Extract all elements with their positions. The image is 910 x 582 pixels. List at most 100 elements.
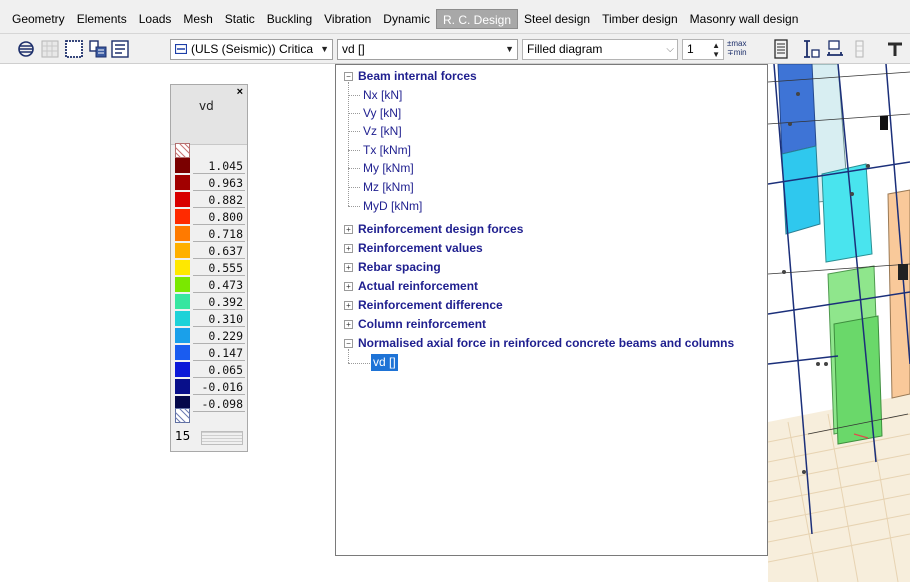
module-tab-bar: Geometry Elements Loads Mesh Static Buck… xyxy=(0,0,910,34)
tab-buckling[interactable]: Buckling xyxy=(261,9,318,29)
section-table-icon[interactable] xyxy=(88,39,108,59)
legend-row: 0.229 xyxy=(175,327,247,344)
legend-color-swatch[interactable] xyxy=(175,345,190,360)
tab-masonry-wall-design[interactable]: Masonry wall design xyxy=(684,9,805,29)
scale-spinner[interactable]: 1 ▲ ▼ xyxy=(682,39,724,60)
max-min-toggle[interactable]: ±max ∓min xyxy=(727,39,755,59)
close-icon[interactable]: × xyxy=(237,86,243,98)
tab-timber-design[interactable]: Timber design xyxy=(596,9,684,29)
load-case-select[interactable]: (ULS (Seismic)) Critica ▼ xyxy=(170,39,333,60)
tab-loads[interactable]: Loads xyxy=(133,9,178,29)
expand-icon[interactable]: + xyxy=(344,244,353,253)
legend-row: 1.045 xyxy=(175,157,247,174)
tree-group-normalised-axial-force[interactable]: Normalised axial force in reinforced con… xyxy=(358,335,734,352)
tree-group-reinforcement-values[interactable]: Reinforcement values xyxy=(358,240,483,257)
tab-mesh[interactable]: Mesh xyxy=(177,9,218,29)
section-display-icon[interactable] xyxy=(16,39,36,59)
expand-icon[interactable]: + xyxy=(344,263,353,272)
legend-color-swatch[interactable] xyxy=(175,226,190,241)
expand-icon[interactable]: + xyxy=(344,282,353,291)
legend-color-swatch[interactable] xyxy=(175,209,190,224)
legend-color-swatch[interactable] xyxy=(175,158,190,173)
legend-row: 0.065 xyxy=(175,361,247,378)
tree-item-nx[interactable]: Nx [kN] xyxy=(363,87,402,104)
result-tree-dropdown[interactable]: − Beam internal forces Nx [kN] Vy [kN] V… xyxy=(335,64,768,556)
legend-row: 0.637 xyxy=(175,242,247,259)
frame-display-icon[interactable] xyxy=(64,39,84,59)
tree-item-mz[interactable]: Mz [kNm] xyxy=(363,179,414,196)
color-count-slider[interactable] xyxy=(201,431,243,445)
tree-item-my[interactable]: My [kNm] xyxy=(363,160,414,177)
legend-row: -0.016 xyxy=(175,378,247,395)
legend-value: 0.637 xyxy=(208,244,243,258)
table-view-icon[interactable] xyxy=(771,39,791,59)
tree-item-tx[interactable]: Tx [kNm] xyxy=(363,142,411,159)
expand-icon[interactable]: + xyxy=(344,301,353,310)
tab-geometry[interactable]: Geometry xyxy=(6,9,71,29)
tree-group-rebar-spacing[interactable]: Rebar spacing xyxy=(358,259,441,276)
legend-color-swatch[interactable] xyxy=(175,192,190,207)
legend-value: -0.016 xyxy=(201,380,243,394)
column-section-icon[interactable] xyxy=(801,39,821,59)
tree-group-reinforcement-difference[interactable]: Reinforcement difference xyxy=(358,297,503,314)
display-mode-value: Filled diagram xyxy=(527,42,603,56)
tab-dynamic[interactable]: Dynamic xyxy=(377,9,436,29)
collapse-icon[interactable]: − xyxy=(344,339,353,348)
legend-value: 0.800 xyxy=(208,210,243,224)
legend-row: 0.147 xyxy=(175,344,247,361)
expand-icon[interactable]: + xyxy=(344,225,353,234)
tree-item-myd[interactable]: MyD [kNm] xyxy=(363,198,422,215)
legend-color-swatch[interactable] xyxy=(175,328,190,343)
collapse-icon[interactable]: − xyxy=(344,72,353,81)
dropdown-arrow-icon: ▼ xyxy=(505,44,514,54)
tree-group-beam-internal-forces[interactable]: Beam internal forces xyxy=(358,68,477,85)
result-component-select[interactable]: vd [] ▼ xyxy=(337,39,518,60)
tab-vibration[interactable]: Vibration xyxy=(318,9,377,29)
legend-color-swatch[interactable] xyxy=(175,362,190,377)
legend-row: 0.882 xyxy=(175,191,247,208)
model-3d-view[interactable] xyxy=(768,64,910,582)
legend-color-swatch[interactable] xyxy=(175,311,190,326)
more-tools-icon[interactable] xyxy=(884,39,904,59)
legend-row: 0.310 xyxy=(175,310,247,327)
tree-group-column-reinforcement[interactable]: Column reinforcement xyxy=(358,316,486,333)
legend-value: 0.310 xyxy=(208,312,243,326)
result-toolbar: (ULS (Seismic)) Critica ▼ vd [] ▼ Filled… xyxy=(0,34,910,64)
legend-color-swatch[interactable] xyxy=(175,294,190,309)
legend-color-swatch[interactable] xyxy=(175,260,190,275)
legend-row: 0.555 xyxy=(175,259,247,276)
properties-list-icon[interactable] xyxy=(110,39,130,59)
legend-value: 0.882 xyxy=(208,193,243,207)
chevron-down-icon: ⌵ xyxy=(666,44,674,55)
tree-group-actual-reinforcement[interactable]: Actual reinforcement xyxy=(358,278,478,295)
tab-static[interactable]: Static xyxy=(219,9,261,29)
legend-value: 0.718 xyxy=(208,227,243,241)
grid-display-icon[interactable] xyxy=(40,39,60,59)
beam-section-icon[interactable] xyxy=(825,39,845,59)
tree-item-vy[interactable]: Vy [kN] xyxy=(363,105,401,122)
legend-row: 0.800 xyxy=(175,208,247,225)
tab-rc-design[interactable]: R. C. Design xyxy=(435,9,519,29)
legend-color-swatch[interactable] xyxy=(175,243,190,258)
load-case-icon xyxy=(175,44,187,54)
display-mode-select[interactable]: Filled diagram ⌵ xyxy=(522,39,678,60)
tab-elements[interactable]: Elements xyxy=(71,9,133,29)
legend-divider xyxy=(193,411,245,412)
wall-section-icon[interactable] xyxy=(850,39,870,59)
legend-row: 0.963 xyxy=(175,174,247,191)
expand-icon[interactable]: + xyxy=(344,320,353,329)
legend-color-swatch[interactable] xyxy=(175,379,190,394)
app-window: Geometry Elements Loads Mesh Static Buck… xyxy=(0,0,910,582)
tab-steel-design[interactable]: Steel design xyxy=(518,9,596,29)
model-rendering xyxy=(768,64,910,582)
legend-color-swatch[interactable] xyxy=(175,277,190,292)
tree-item-vz[interactable]: Vz [kN] xyxy=(363,123,402,140)
tree-item-vd-selected[interactable]: vd [] xyxy=(371,354,398,371)
under-range-swatch-icon xyxy=(175,408,190,423)
color-count[interactable]: 15 xyxy=(175,429,190,443)
color-legend-panel[interactable]: vd × 1.045 0.963 0.882 0.800 0.718 0.637 0.555… xyxy=(170,84,248,452)
tree-group-reinforcement-design-forces[interactable]: Reinforcement design forces xyxy=(358,221,523,238)
legend-color-swatch[interactable] xyxy=(175,175,190,190)
dropdown-arrow-icon: ▼ xyxy=(320,44,329,54)
spinner-arrows-icon[interactable]: ▲ ▼ xyxy=(712,41,720,59)
